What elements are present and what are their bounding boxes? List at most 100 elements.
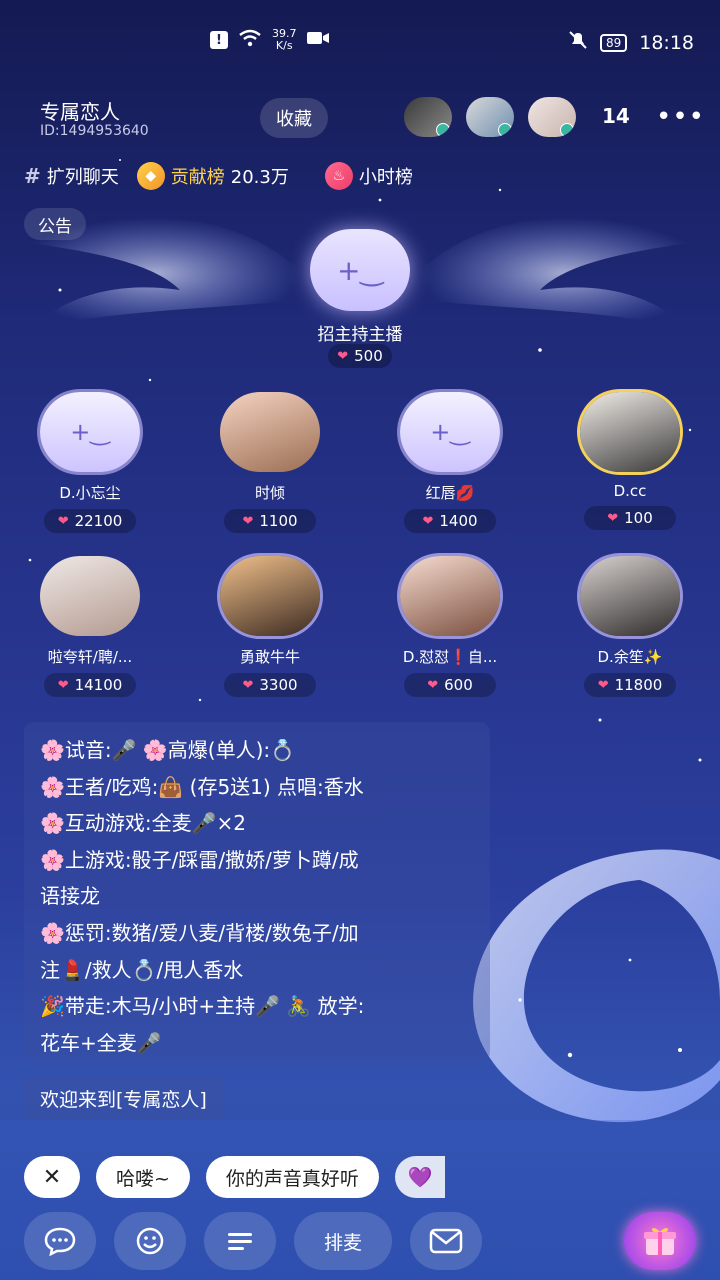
avatar[interactable] xyxy=(528,97,576,137)
seat-score: ❤ 22100 xyxy=(44,509,136,533)
seat-name: 红唇💋 xyxy=(425,484,475,502)
announcement-line: 语接龙 xyxy=(40,884,100,909)
room-name: 专属恋人 xyxy=(40,100,120,124)
clock: 18:18 xyxy=(639,31,694,54)
online-avatars[interactable] xyxy=(404,97,576,137)
seat-name: D.小忘尘 xyxy=(59,484,121,502)
heart-icon: ❤ xyxy=(422,513,434,529)
seat-score: ❤ 1100 xyxy=(224,509,316,533)
mic-seat[interactable]: D.怼怼❗自... ❤ 600 xyxy=(375,556,525,697)
heart-icon: ❤ xyxy=(242,677,254,693)
level-badge-icon xyxy=(560,123,574,137)
hourly-rank-button[interactable]: ♨ 小时榜 xyxy=(324,160,413,192)
gift-icon[interactable] xyxy=(624,1212,696,1270)
seat-name: 啦夸轩/聘/... xyxy=(47,648,133,666)
level-badge-icon xyxy=(436,123,450,137)
status-icons-right: 89 18:18 xyxy=(568,30,694,55)
seat-avatar[interactable] xyxy=(40,556,140,636)
seat-name: D.余笙✨ xyxy=(597,648,663,666)
host-seat-score: ❤ 500 xyxy=(328,344,392,368)
mute-bell-icon xyxy=(568,30,588,55)
seat-name: D.cc xyxy=(613,482,647,500)
wifi-icon xyxy=(238,29,262,51)
mic-seat[interactable]: D.余笙✨ ❤ 11800 xyxy=(555,556,705,697)
seat-score: ❤ 600 xyxy=(404,673,496,697)
mic-seat[interactable]: 时倾 ❤ 1100 xyxy=(195,392,345,533)
more-options-icon[interactable]: ••• xyxy=(656,102,705,132)
contribution-rank-button[interactable]: ◆ 贡献榜 20.3万 xyxy=(136,160,289,192)
notice-button[interactable]: 公告 xyxy=(24,208,86,240)
heart-icon: ❤ xyxy=(597,677,609,693)
announcement-line: 🎉带走:木马/小时+主持🎤 🚴 放学: xyxy=(40,994,365,1019)
seat-score-value: 11800 xyxy=(614,676,663,694)
heart-icon: ❤ xyxy=(607,510,619,526)
queue-mic-button[interactable]: 排麦 xyxy=(294,1212,392,1270)
announcement-line: 🌸王者/吃鸡:👜 (存5送1) 点唱:香水 xyxy=(40,774,364,799)
heart-reply-icon[interactable]: 💜 xyxy=(394,1156,445,1198)
seat-avatar[interactable] xyxy=(580,556,680,636)
status-bar: ! 39.7 K/s 89 18:18 xyxy=(0,0,720,86)
seat-name: D.怼怼❗自... xyxy=(402,648,498,666)
hash-icon: # xyxy=(24,164,41,188)
message-icon[interactable] xyxy=(410,1212,482,1270)
room-tag[interactable]: # 扩列聊天 xyxy=(24,161,119,191)
seat-score-value: 3300 xyxy=(259,676,298,694)
seat-score-value: 22100 xyxy=(74,512,123,530)
seat-avatar[interactable] xyxy=(580,392,680,472)
quick-reply-chip[interactable]: 哈喽~ xyxy=(96,1156,190,1198)
contribution-label: 贡献榜 xyxy=(170,167,225,188)
welcome-message: 欢迎来到[专属恋人] xyxy=(24,1076,223,1120)
mic-seat[interactable]: D.cc ❤ 100 xyxy=(555,392,705,530)
hourly-rank-label: 小时榜 xyxy=(358,167,413,188)
avatar[interactable] xyxy=(404,97,452,137)
seat-score-value: 1400 xyxy=(439,512,478,530)
avatar[interactable] xyxy=(466,97,514,137)
mascot-face-icon: +‿ xyxy=(70,418,110,446)
announcement-panel[interactable]: 🌸试音:🎤 🌸高爆(单人):💍 🌸王者/吃鸡:👜 (存5送1) 点唱:香水 🌸互… xyxy=(24,722,490,1062)
mascot-face-icon: +‿ xyxy=(430,418,470,446)
announcement-line: 🌸互动游戏:全麦🎤×2 xyxy=(40,811,247,836)
mic-seat[interactable]: +‿ 红唇💋 ❤ 1400 xyxy=(375,392,525,533)
seat-avatar[interactable]: +‿ xyxy=(40,392,140,472)
emoji-icon[interactable] xyxy=(114,1212,186,1270)
contribution-value: 20.3万 xyxy=(230,167,289,188)
mic-seat[interactable]: 啦夸轩/聘/... ❤ 14100 xyxy=(15,556,165,697)
alert-icon: ! xyxy=(210,31,228,49)
close-icon[interactable]: ✕ xyxy=(24,1156,80,1198)
heart-icon: ❤ xyxy=(337,348,349,364)
seat-score: ❤ 1400 xyxy=(404,509,496,533)
status-icons-left: ! 39.7 K/s xyxy=(210,28,329,52)
seat-name: 勇敢牛牛 xyxy=(239,648,300,666)
announcement-line: 🌸试音:🎤 🌸高爆(单人):💍 xyxy=(40,738,296,762)
host-seat-avatar[interactable]: +‿ xyxy=(310,229,410,311)
online-count[interactable]: 14 xyxy=(602,104,630,128)
quick-reply-chip[interactable]: 你的声音真好听 xyxy=(205,1156,379,1198)
net-speed-unit: K/s xyxy=(275,39,293,52)
room-id: ID:1494953640 xyxy=(40,123,149,139)
favorite-button[interactable]: 收藏 xyxy=(260,98,328,138)
seat-avatar[interactable]: +‿ xyxy=(400,392,500,472)
mic-seat[interactable]: +‿ D.小忘尘 ❤ 22100 xyxy=(15,392,165,533)
seat-name: 时倾 xyxy=(254,484,285,502)
seat-avatar[interactable] xyxy=(220,556,320,636)
seat-avatar[interactable] xyxy=(220,392,320,472)
seat-score: ❤ 14100 xyxy=(44,673,136,697)
moon xyxy=(473,849,720,1123)
seat-score-value: 1100 xyxy=(259,512,298,530)
heart-icon: ❤ xyxy=(427,677,439,693)
announcement-line: 花车+全麦🎤 xyxy=(40,1030,162,1055)
room-info-row: # 扩列聊天 ◆ 贡献榜 20.3万 ♨ 小时榜 xyxy=(24,160,413,192)
seat-avatar[interactable] xyxy=(400,556,500,636)
mic-seat[interactable]: 勇敢牛牛 ❤ 3300 xyxy=(195,556,345,697)
bottom-toolbar: 排麦 xyxy=(24,1212,482,1270)
room-tag-label: 扩列聊天 xyxy=(46,167,119,188)
host-score-value: 500 xyxy=(354,347,383,365)
menu-icon[interactable] xyxy=(204,1212,276,1270)
announcement-line: 🌸惩罚:数猪/爱八麦/背楼/数兔子/加 xyxy=(40,920,359,945)
seat-score: ❤ 11800 xyxy=(584,673,676,697)
heart-icon: ❤ xyxy=(242,513,254,529)
chat-icon[interactable] xyxy=(24,1212,96,1270)
seat-score-value: 600 xyxy=(444,676,473,694)
heart-icon: ❤ xyxy=(57,677,69,693)
host-seat-name: 招主持主播 xyxy=(317,325,403,345)
